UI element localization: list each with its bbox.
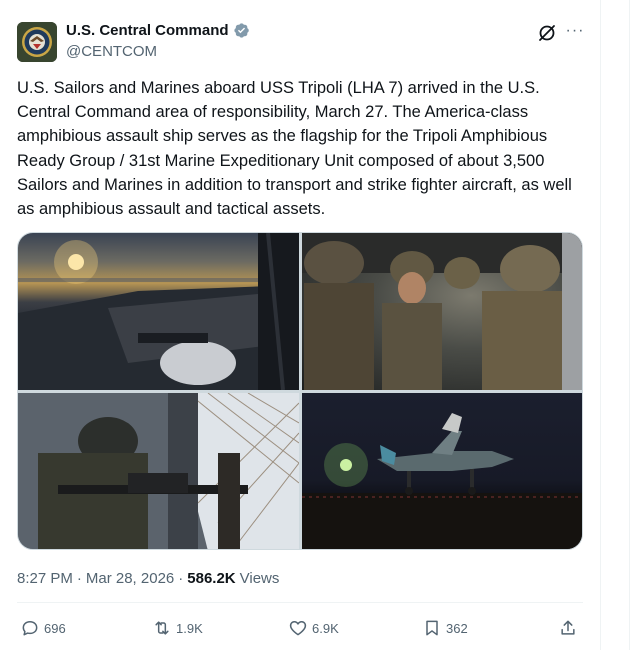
tweet-time[interactable]: 8:27 PM: [17, 570, 73, 587]
avatar[interactable]: [17, 22, 57, 62]
reply-count: 696: [44, 620, 66, 636]
media-grid: [17, 232, 583, 550]
views-label: Views: [239, 570, 280, 587]
more-options-button[interactable]: ···: [564, 22, 586, 44]
marines-briefing-image: [302, 233, 582, 390]
photo-marines-briefing[interactable]: [302, 233, 582, 390]
share-button[interactable]: [558, 618, 578, 638]
f35-night-image: [302, 413, 582, 549]
column-divider: [600, 0, 601, 650]
grok-icon: [539, 25, 555, 41]
divider: [17, 602, 583, 603]
centcom-seal-icon: [17, 22, 57, 62]
author-name[interactable]: U.S. Central Command: [66, 22, 229, 39]
tweet-date[interactable]: Mar 28, 2026: [86, 570, 174, 587]
bookmark-button[interactable]: 362: [422, 618, 468, 638]
views-count: 586.2K: [187, 570, 236, 587]
meta-separator: ·: [76, 570, 82, 587]
bookmark-icon: [426, 620, 438, 636]
grok-button[interactable]: [536, 22, 558, 44]
action-bar: 696 1.9K 6.9K 362: [20, 618, 582, 642]
verified-badge-icon: [233, 23, 249, 38]
tweet-card: U.S. Central Command @CENTCOM ··· U.S. S…: [0, 0, 600, 650]
reply-icon: [22, 621, 38, 636]
author-name-row: U.S. Central Command: [66, 22, 250, 39]
like-button[interactable]: 6.9K: [288, 618, 339, 638]
ship-deck-sunset-image: [18, 233, 299, 390]
reply-button[interactable]: 696: [20, 618, 66, 638]
marine-weapon-image: [18, 393, 299, 549]
bookmark-count: 362: [446, 620, 468, 636]
tweet-meta: 8:27 PM · Mar 28, 2026 · 586.2K Views: [17, 570, 279, 587]
tweet-text: U.S. Sailors and Marines aboard USS Trip…: [17, 79, 572, 219]
meta-separator: ·: [178, 570, 184, 587]
photo-ship-deck-sunset[interactable]: [18, 233, 299, 390]
like-count: 6.9K: [312, 620, 339, 636]
repost-icon: [155, 621, 169, 635]
heart-icon: [289, 621, 307, 636]
repost-button[interactable]: 1.9K: [152, 618, 203, 638]
more-options-icon: ···: [565, 22, 585, 39]
repost-count: 1.9K: [176, 620, 203, 636]
photo-marine-weapon[interactable]: [18, 393, 299, 549]
share-icon: [561, 620, 575, 635]
column-divider: [629, 0, 630, 650]
photo-f35-night-deck[interactable]: [302, 393, 582, 549]
author-handle[interactable]: @CENTCOM: [66, 43, 157, 60]
